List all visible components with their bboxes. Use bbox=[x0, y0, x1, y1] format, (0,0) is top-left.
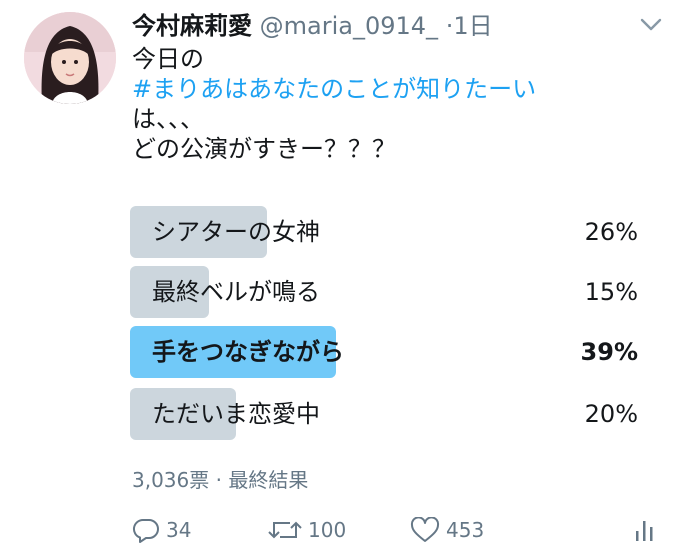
analytics-icon bbox=[636, 521, 653, 541]
poll-option-percent: 39% bbox=[580, 338, 638, 366]
chevron-down-icon bbox=[640, 18, 662, 31]
analytics-button[interactable] bbox=[634, 514, 654, 546]
retweet-icon bbox=[268, 521, 302, 539]
poll-option: 手をつなぎながら 39% bbox=[130, 326, 640, 378]
like-count: 453 bbox=[446, 518, 485, 542]
reply-icon bbox=[132, 518, 159, 543]
retweet-count: 100 bbox=[308, 518, 347, 542]
poll-option-percent: 15% bbox=[584, 278, 638, 306]
poll-option-percent: 26% bbox=[584, 218, 638, 246]
hashtag-link[interactable]: #まりあはあなたのことが知りたーい bbox=[132, 74, 662, 104]
poll-option: シアターの女神 26% bbox=[130, 206, 640, 258]
tweet-header: 今村麻莉愛 @maria_0914_ ·1日 bbox=[132, 10, 493, 42]
tweet-text-line: 今日の bbox=[132, 45, 204, 73]
like-button[interactable]: 453 bbox=[410, 514, 484, 546]
like-icon bbox=[410, 517, 440, 542]
timestamp[interactable]: ·1日 bbox=[446, 12, 493, 40]
poll-option-label: ただいま恋愛中 bbox=[152, 400, 320, 428]
poll-status: 3,036票 · 最終結果 bbox=[132, 468, 309, 492]
poll-option-percent: 20% bbox=[584, 400, 638, 428]
user-handle[interactable]: @maria_0914_ bbox=[260, 12, 438, 40]
reply-button[interactable]: 34 bbox=[132, 514, 191, 546]
avatar[interactable] bbox=[24, 12, 116, 104]
tweet-text-line: は、、、 bbox=[132, 105, 204, 133]
tweet-text-line: どの公演がすきー？？？ bbox=[132, 135, 396, 163]
poll-option-label: 手をつなぎながら bbox=[152, 338, 344, 366]
retweet-button[interactable]: 100 bbox=[268, 514, 346, 546]
more-options-button[interactable] bbox=[638, 12, 664, 38]
poll-option: 最終ベルが鳴る 15% bbox=[130, 266, 640, 318]
reply-count: 34 bbox=[166, 518, 192, 542]
display-name[interactable]: 今村麻莉愛 bbox=[132, 12, 252, 40]
poll-option: ただいま恋愛中 20% bbox=[130, 388, 640, 440]
tweet-text: 今日の #まりあはあなたのことが知りたーい は、、、 どの公演がすきー？？？ bbox=[132, 44, 662, 164]
poll-option-label: 最終ベルが鳴る bbox=[152, 278, 320, 306]
poll-option-label: シアターの女神 bbox=[152, 218, 320, 246]
avatar-photo bbox=[24, 12, 116, 104]
